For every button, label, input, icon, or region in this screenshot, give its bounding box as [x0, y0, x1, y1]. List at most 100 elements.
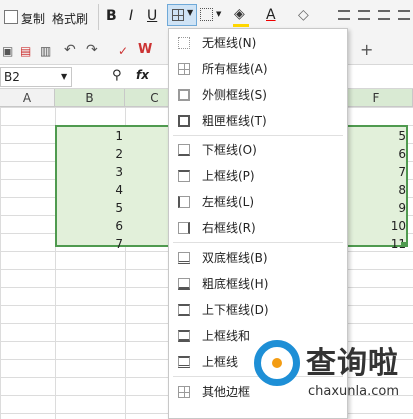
menu-item-label: 下框线(O) — [202, 143, 257, 157]
text-color-button[interactable]: A — [266, 7, 276, 23]
all-borders-icon — [178, 63, 190, 75]
menu-item-top-bottom-border[interactable]: 上下框线(D) — [169, 297, 347, 323]
copy-icon[interactable] — [4, 10, 18, 24]
menu-item-label: 双底框线(B) — [202, 251, 268, 265]
undo-icon[interactable]: ↶ — [64, 42, 76, 58]
menu-item-label: 右框线(R) — [202, 221, 256, 235]
menu-item-label: 无框线(N) — [202, 36, 257, 50]
menu-item-all-borders[interactable]: 所有框线(A) — [169, 56, 347, 82]
top-bottom-border-icon — [178, 304, 190, 316]
chevron-down-icon[interactable]: ▼ — [216, 10, 221, 18]
fill-handle[interactable] — [401, 242, 406, 247]
menu-separator — [173, 242, 343, 243]
wps-logo-icon[interactable]: W — [138, 42, 152, 57]
menu-item-label: 外侧框线(S) — [202, 88, 267, 102]
cell-b[interactable]: 2 — [57, 145, 123, 163]
format-icon[interactable]: ✓ — [118, 44, 128, 58]
cell-f[interactable]: 5 — [340, 127, 406, 145]
cell-b[interactable]: 7 — [57, 235, 123, 253]
column-label: B — [85, 91, 94, 105]
cell-b[interactable]: 6 — [57, 217, 123, 235]
menu-item-bottom-border[interactable]: 下框线(O) — [169, 137, 347, 163]
watermark-logo-dot — [272, 358, 282, 368]
cell-f[interactable]: 10 — [340, 217, 406, 235]
menu-separator — [173, 135, 343, 136]
border-button-active[interactable]: ▼ — [167, 4, 197, 26]
top-double-bottom-border-icon — [178, 356, 190, 368]
menu-item-label: 上下框线(D) — [202, 303, 269, 317]
thick-bottom-border-icon — [178, 278, 190, 290]
more-borders-icon — [178, 386, 190, 398]
menu-item-double-bottom-border[interactable]: 双底框线(B) — [169, 245, 347, 271]
chevron-down-icon: ▼ — [187, 8, 194, 17]
clear-format-icon[interactable]: ◇ — [298, 7, 309, 23]
preview-icon[interactable]: ▥ — [40, 44, 51, 58]
bottom-border-icon — [178, 144, 190, 156]
menu-item-top-border[interactable]: 上框线(P) — [169, 163, 347, 189]
name-box[interactable]: B2 ▼ — [0, 67, 72, 87]
column-b-values: 1 2 3 4 5 6 7 — [57, 127, 123, 253]
menu-item-outside-borders[interactable]: 外侧框线(S) — [169, 82, 347, 108]
zoom-icon[interactable]: ⚲ — [112, 68, 122, 83]
divider — [98, 4, 99, 30]
align-right-icon[interactable] — [378, 10, 390, 20]
align-left-icon[interactable] — [338, 10, 350, 20]
save-icon[interactable]: ▣ — [2, 44, 13, 58]
cell-f[interactable]: 11 — [340, 235, 406, 253]
menu-item-label: 上框线和 — [202, 329, 251, 343]
format-painter-button[interactable]: 格式刷 — [52, 10, 88, 27]
redo-icon[interactable]: ↷ — [86, 42, 98, 58]
outside-borders-icon — [178, 89, 190, 101]
cell-f[interactable]: 8 — [340, 181, 406, 199]
align-center-icon[interactable] — [358, 10, 370, 20]
cell-b[interactable]: 3 — [57, 163, 123, 181]
fill-color-bar — [233, 24, 249, 27]
top-thick-bottom-border-icon — [178, 330, 190, 342]
cell-f[interactable]: 9 — [340, 199, 406, 217]
menu-item-label: 上框线 — [202, 355, 239, 369]
right-border-icon — [178, 222, 190, 234]
bold-button[interactable]: B — [106, 8, 117, 24]
menu-item-label: 粗匣框线(T) — [202, 114, 267, 128]
menu-item-label: 所有框线(A) — [202, 62, 268, 76]
cell-f[interactable]: 7 — [340, 163, 406, 181]
plus-icon[interactable]: + — [360, 40, 373, 59]
fx-button[interactable]: fx — [136, 68, 149, 82]
watermark-logo-icon — [254, 340, 300, 386]
column-f-values: 5 6 7 8 9 10 11 — [340, 127, 406, 253]
border-grid-icon — [172, 9, 184, 21]
column-header-a[interactable]: A — [0, 89, 55, 107]
menu-item-right-border[interactable]: 右框线(R) — [169, 215, 347, 241]
menu-item-left-border[interactable]: 左框线(L) — [169, 189, 347, 215]
menu-item-no-border[interactable]: 无框线(N) — [169, 30, 347, 56]
menu-item-label: 左框线(L) — [202, 195, 255, 209]
cell-b[interactable]: 4 — [57, 181, 123, 199]
cell-b[interactable]: 1 — [57, 127, 123, 145]
cell-b[interactable]: 5 — [57, 199, 123, 217]
italic-button[interactable]: I — [129, 8, 133, 24]
name-box-value: B2 — [4, 70, 20, 84]
underline-button[interactable]: U — [147, 8, 157, 24]
align-justify-icon[interactable] — [398, 10, 410, 20]
cell-f[interactable]: 6 — [340, 145, 406, 163]
menu-item-thick-box-border[interactable]: 粗匣框线(T) — [169, 108, 347, 134]
watermark-url: chaxunla.com — [308, 384, 399, 399]
column-label: C — [150, 91, 159, 105]
copy-button[interactable]: 复制 — [21, 10, 45, 27]
watermark-title: 查询啦 — [306, 346, 399, 381]
fill-color-icon[interactable]: ◈ — [234, 6, 245, 22]
print-icon[interactable]: ▤ — [20, 44, 31, 58]
menu-item-thick-bottom-border[interactable]: 粗底框线(H) — [169, 271, 347, 297]
no-border-icon — [178, 37, 190, 49]
column-header-f[interactable]: F — [340, 89, 413, 107]
menu-item-label: 上框线(P) — [202, 169, 255, 183]
column-label: F — [372, 91, 380, 105]
column-header-b[interactable]: B — [55, 89, 125, 107]
chevron-down-icon[interactable]: ▼ — [61, 72, 67, 81]
left-border-icon — [178, 196, 190, 208]
thick-box-border-icon — [178, 115, 190, 127]
top-border-icon — [178, 170, 190, 182]
menu-item-label: 其他边框 — [202, 385, 251, 399]
double-bottom-border-icon — [178, 252, 190, 264]
merge-grid-icon[interactable] — [200, 8, 213, 21]
